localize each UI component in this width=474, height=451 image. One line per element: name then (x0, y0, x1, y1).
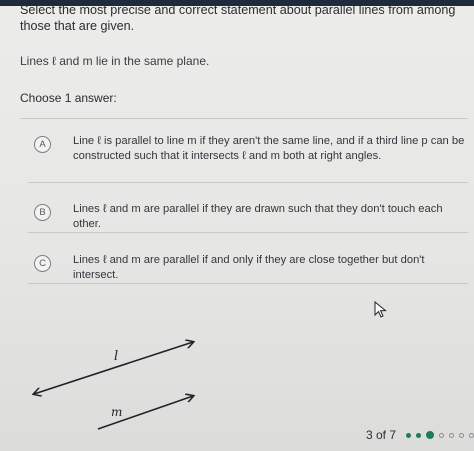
progress-dot[interactable] (406, 432, 411, 438)
question-text: Select the most precise and correct stat… (20, 3, 456, 33)
progress-dot[interactable] (416, 432, 421, 438)
choice-a[interactable]: A Line ℓ is parallel to line m if they a… (34, 134, 468, 164)
choice-b[interactable]: B Lines ℓ and m are parallel if they are… (34, 202, 468, 232)
choice-a-text: Line ℓ is parallel to line m if they are… (73, 135, 465, 162)
progress-dot[interactable] (469, 432, 474, 438)
page-indicator: 3 of 7 (366, 428, 397, 442)
divider (28, 232, 468, 233)
choose-prompt: Choose 1 answer: (20, 91, 117, 105)
divider (28, 182, 468, 183)
progress-dot[interactable] (449, 432, 454, 438)
progress-dot[interactable] (459, 432, 464, 438)
progress-dot[interactable] (439, 432, 444, 438)
line-l-label: l (114, 349, 118, 364)
choice-c[interactable]: C Lines ℓ and m are parallel if and only… (34, 253, 468, 283)
pointer-cursor-icon (374, 301, 387, 318)
choice-b-text: Lines ℓ and m are parallel if they are d… (73, 203, 443, 230)
progress-dots (406, 428, 474, 442)
line-m-label: m (111, 405, 122, 419)
choice-b-badge: B (34, 204, 51, 221)
choice-c-badge: C (34, 255, 51, 272)
choice-a-badge: A (34, 136, 51, 153)
divider (28, 283, 468, 284)
progress-dot[interactable] (426, 431, 434, 439)
question-statement: Lines ℓ and m lie in the same plane. (20, 54, 210, 68)
parallel-lines-figure: l m (20, 330, 220, 430)
divider (20, 118, 468, 119)
choice-c-text: Lines ℓ and m are parallel if and only i… (73, 254, 425, 281)
